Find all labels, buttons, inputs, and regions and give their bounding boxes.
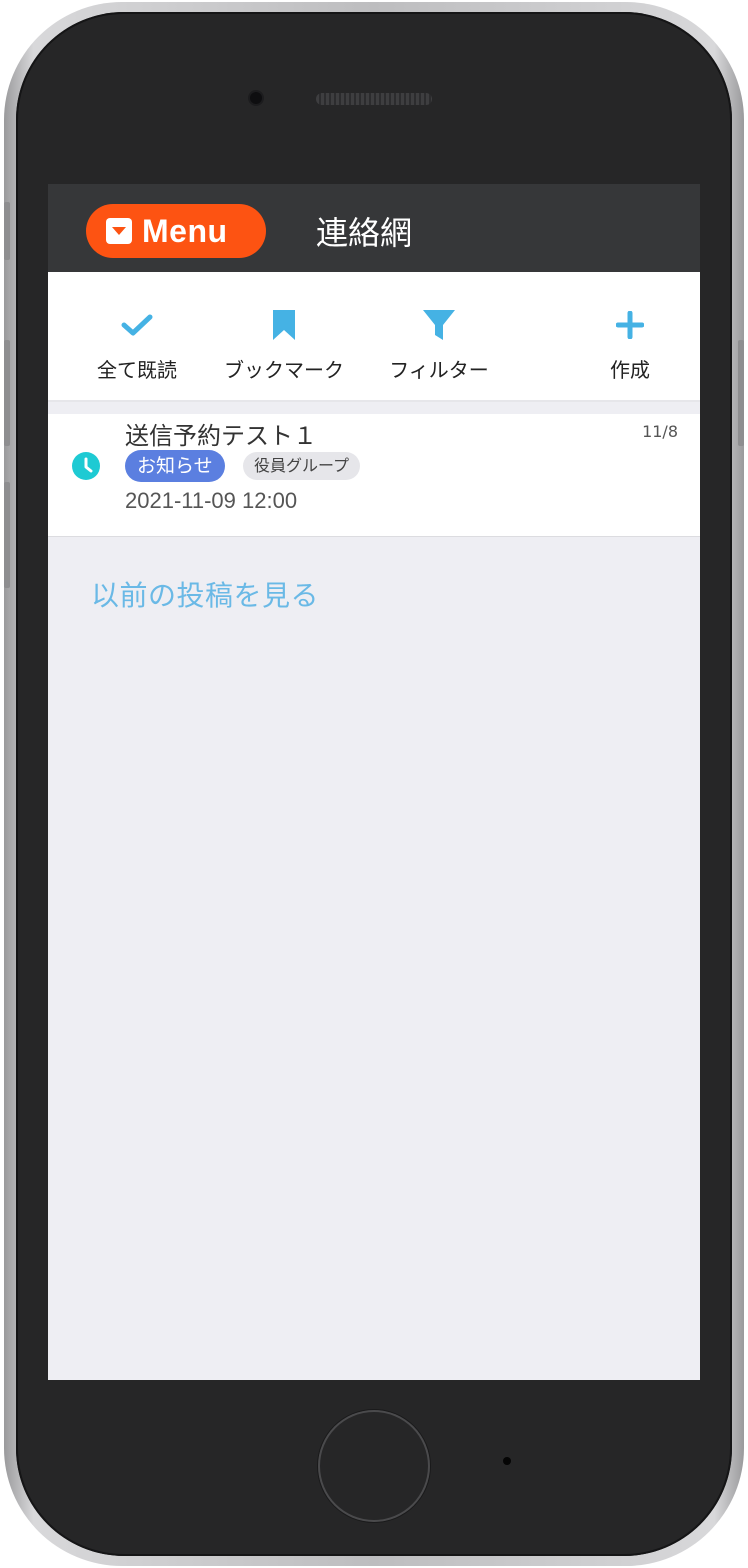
post-title: 送信予約テスト１ (125, 422, 317, 450)
filter-label: フィルター (389, 358, 489, 382)
power-button (738, 340, 744, 446)
mute-switch (4, 202, 10, 260)
proximity-sensor (503, 1457, 511, 1465)
bookmark-icon (272, 308, 296, 342)
create-button[interactable]: 作成 (596, 272, 664, 400)
dropdown-box-icon (106, 218, 132, 244)
clock-icon (72, 452, 100, 484)
scheduled-datetime: 2021-11-09 12:00 (125, 488, 298, 513)
older-posts-link[interactable]: 以前の投稿を見る (91, 574, 319, 614)
post-date: 11/8 (642, 422, 678, 441)
funnel-icon (423, 308, 455, 342)
volume-up-button (4, 340, 10, 446)
group-tag: 役員グループ (243, 452, 361, 480)
earpiece-speaker (316, 93, 432, 105)
filter-button[interactable]: フィルター (378, 272, 500, 400)
front-camera (250, 92, 262, 104)
bookmark-label: ブックマーク (224, 358, 344, 382)
category-tag: お知らせ (125, 450, 225, 482)
checkmark-icon (121, 308, 153, 342)
menu-button[interactable]: Menu (86, 204, 266, 258)
create-label: 作成 (610, 358, 650, 382)
volume-down-button (4, 482, 10, 588)
mark-all-read-button[interactable]: 全て既読 (88, 272, 186, 400)
app-screen: Menu 連絡網 全て既読 ブックマーク フィルター 作成 送信予約テスト１ 1… (48, 184, 700, 1380)
action-toolbar: 全て既読 ブックマーク フィルター 作成 (48, 272, 700, 402)
menu-button-label: Menu (142, 212, 228, 249)
mark-all-read-label: 全て既読 (97, 358, 177, 382)
post-list-item[interactable]: 送信予約テスト１ 11/8 お知らせ 役員グループ 2021-11-09 12:… (48, 414, 700, 537)
plus-icon (616, 308, 644, 342)
page-title: 連絡網 (316, 214, 413, 252)
bookmark-button[interactable]: ブックマーク (216, 272, 352, 400)
home-button[interactable] (318, 1410, 430, 1522)
app-header: Menu 連絡網 (48, 184, 700, 272)
